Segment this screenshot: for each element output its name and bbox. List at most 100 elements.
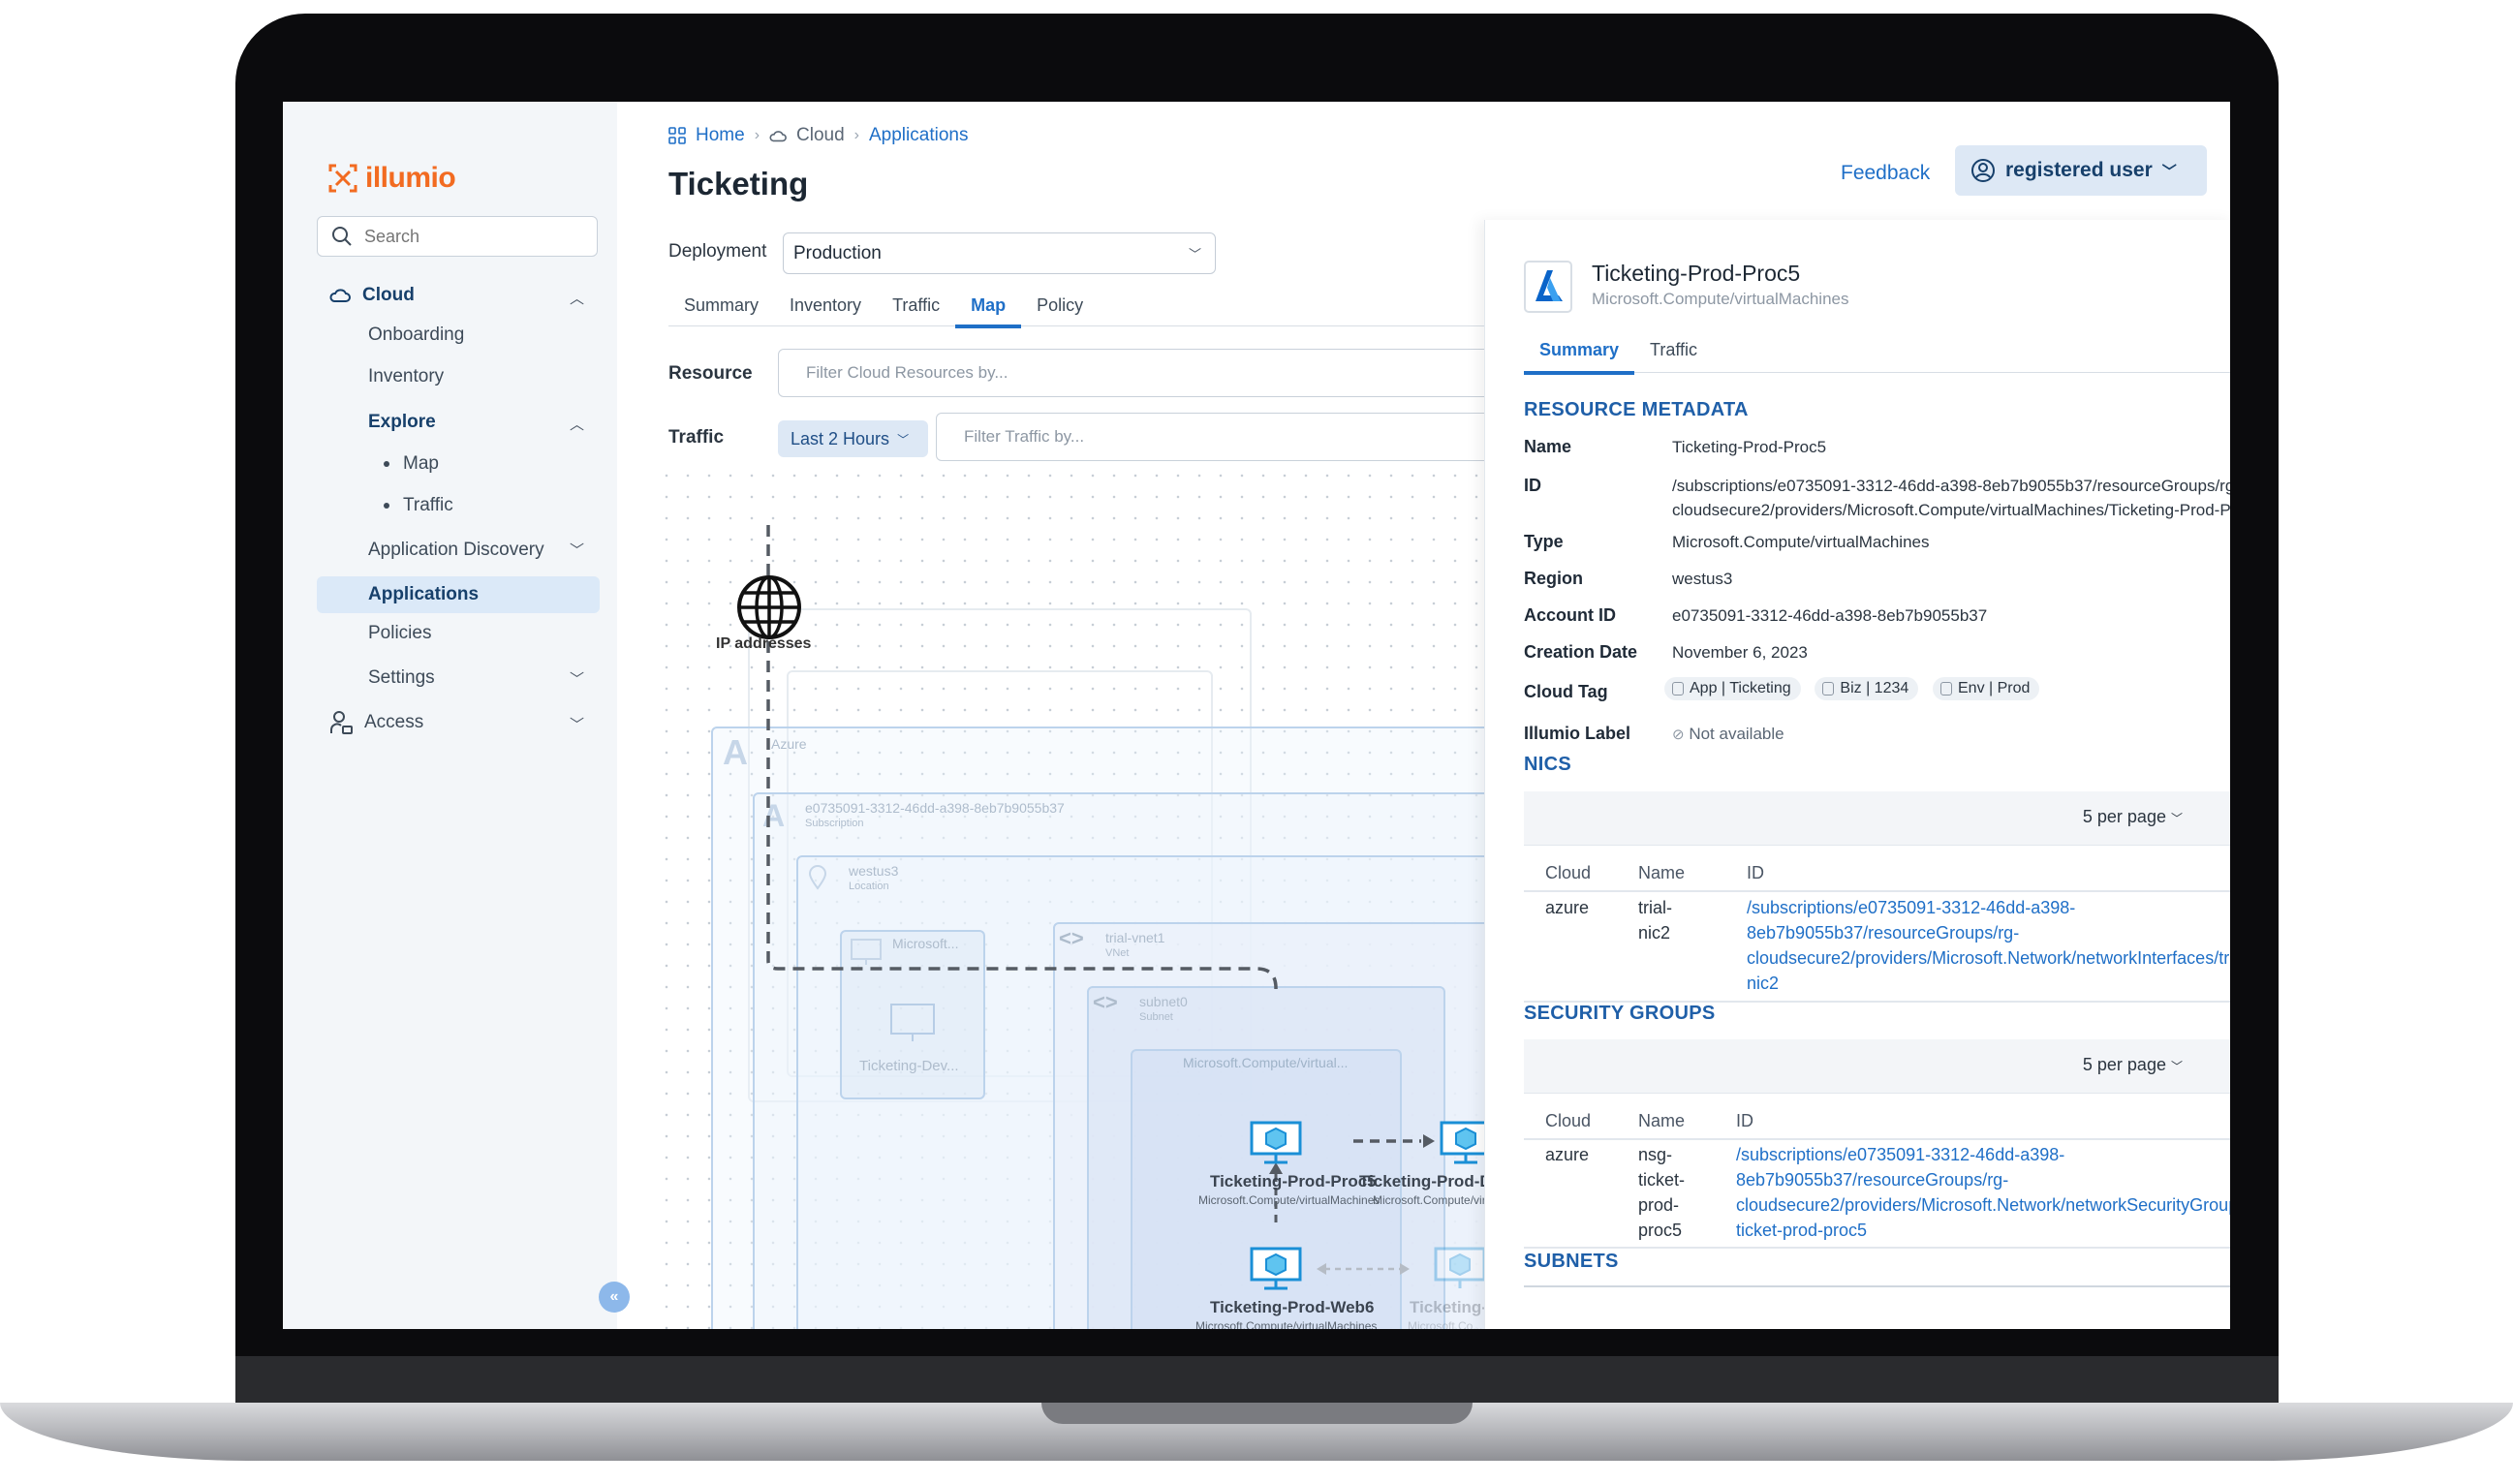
vm-icon[interactable] (1249, 1120, 1303, 1166)
sg-name-line: prod- (1638, 1195, 1680, 1215)
sidebar-item-onboarding[interactable]: Onboarding (368, 325, 464, 346)
globe-icon[interactable] (735, 573, 803, 641)
vm-icon[interactable] (1433, 1246, 1487, 1292)
nic-id-link[interactable]: nic2 (1747, 971, 1779, 996)
search-box[interactable] (317, 216, 598, 257)
app-screen: illumio Cloud ︿ Onboarding Inventory Exp… (283, 102, 2230, 1329)
panel-tab-traffic[interactable]: Traffic (1634, 336, 1713, 373)
column-header[interactable]: Name (1638, 1111, 1685, 1131)
sidebar-item-map[interactable]: Map (384, 453, 439, 475)
chevron-right-icon: › (754, 127, 760, 143)
column-header[interactable]: Cloud (1545, 1111, 1591, 1131)
time-range-select[interactable]: Last 2 Hours ﹀ (778, 420, 928, 457)
breadcrumb-applications[interactable]: Applications (869, 125, 968, 146)
meta-value: /subscriptions/e0735091-3312-46dd-a398-8… (1672, 477, 2230, 495)
check-circle-icon: ⊘ (1672, 727, 1685, 743)
sidebar-item-cloud[interactable]: Cloud (329, 281, 415, 310)
breadcrumb-cloud[interactable]: Cloud (796, 125, 845, 146)
tab-summary[interactable]: Summary (668, 292, 774, 326)
node-type-faded: Microsoft.Co... (1408, 1319, 1483, 1329)
tab-inventory[interactable]: Inventory (774, 292, 877, 326)
nic-id-link[interactable]: cloudsecure2/providers/Microsoft.Network… (1747, 945, 2230, 971)
sidebar-item-application-discovery[interactable]: Application Discovery (368, 540, 544, 561)
traffic-filter-input[interactable]: Filter Traffic by... (936, 413, 1495, 461)
meta-value: Not available (1689, 725, 1784, 743)
sidebar: illumio Cloud ︿ Onboarding Inventory Exp… (283, 102, 617, 1329)
tab-traffic[interactable]: Traffic (877, 292, 955, 326)
nic-id-link[interactable]: 8eb7b9055b37/resourceGroups/rg- (1747, 920, 2019, 945)
subnets-heading: SUBNETS (1524, 1251, 1619, 1272)
cloud-tag: Biz | 1234 (1815, 677, 1919, 700)
nic-id-link[interactable]: /subscriptions/e0735091-3312-46dd-a398- (1747, 895, 2075, 920)
user-circle-icon (1971, 159, 1995, 182)
sidebar-item-label: Access (364, 712, 424, 732)
sidebar-item-explore[interactable]: Explore (368, 412, 436, 433)
tab-map[interactable]: Map (955, 292, 1022, 328)
chevron-down-icon[interactable]: ﹀ (570, 668, 584, 689)
illumio-logo-icon (328, 164, 357, 193)
nic-name-line: trial- (1638, 898, 1672, 917)
divider (1524, 1247, 2230, 1249)
chevron-up-icon[interactable]: ︿ (570, 288, 584, 308)
breadcrumb-home[interactable]: Home (696, 125, 745, 146)
node-type-web6: Microsoft.Compute/virtualMachines (1195, 1319, 1378, 1329)
cloud-tag: App | Ticketing (1664, 677, 1801, 700)
sidebar-item-access[interactable]: Access (329, 710, 423, 735)
chevron-down-icon[interactable]: ﹀ (570, 714, 584, 734)
meta-key: Account ID (1524, 605, 1617, 625)
sg-name-line: proc5 (1638, 1221, 1683, 1240)
metadata-heading: RESOURCE METADATA (1524, 399, 1749, 420)
column-header[interactable]: Name (1638, 863, 1685, 883)
meta-value: westus3 (1672, 570, 1733, 588)
user-menu-button[interactable]: registered user ﹀ (1955, 145, 2207, 196)
ip-addresses-label: IP addresses (716, 635, 812, 652)
search-input[interactable] (362, 225, 575, 248)
cloud-icon (769, 130, 787, 141)
node-label-web6: Ticketing-Prod-Web6 (1210, 1298, 1375, 1316)
deployment-value: Production (793, 242, 882, 263)
sidebar-item-label: Application Discovery (368, 540, 544, 560)
resource-details-panel: Ticketing-Prod-Proc5 Microsoft.Compute/v… (1484, 220, 2230, 1329)
sg-id-link[interactable]: /subscriptions/e0735091-3312-46dd-a398- (1736, 1142, 2064, 1167)
brand-logo[interactable]: illumio (326, 162, 456, 195)
meta-key: ID (1524, 476, 1541, 495)
sg-id-link[interactable]: cloudsecure2/providers/Microsoft.Network… (1736, 1192, 2230, 1218)
column-header[interactable]: ID (1736, 1111, 1753, 1131)
per-page-select[interactable]: 5 per page ﹀ (2083, 807, 2183, 827)
chevron-up-icon[interactable]: ︿ (570, 414, 584, 434)
sidebar-item-label: Settings (368, 667, 435, 688)
divider (1524, 1138, 2230, 1140)
column-header[interactable]: ID (1747, 863, 1764, 883)
cloud-icon (329, 289, 351, 302)
panel-tab-summary[interactable]: Summary (1524, 336, 1635, 375)
chevron-down-icon: ﹀ (2170, 1060, 2183, 1073)
collapse-sidebar-icon[interactable]: « (599, 1282, 630, 1313)
sidebar-item-policies[interactable]: Policies (368, 623, 431, 644)
node-label-proc5: Ticketing-Prod-Proc5 (1210, 1172, 1377, 1190)
meta-value: cloudsecure2/providers/Microsoft.Compute… (1672, 501, 2230, 519)
deployment-select[interactable]: Production ﹀ (783, 232, 1216, 274)
sidebar-item-label: Onboarding (368, 325, 465, 345)
feedback-link[interactable]: Feedback (1841, 162, 1930, 185)
resource-filter-input[interactable]: Filter Cloud Resources by... (778, 349, 1495, 397)
panel-tabs: Summary Traffic (1524, 336, 2230, 375)
search-icon (332, 227, 352, 246)
vm-icon[interactable] (1249, 1246, 1303, 1292)
column-header[interactable]: Cloud (1545, 863, 1591, 883)
resource-filter-label: Resource (668, 363, 753, 384)
sg-id-link[interactable]: 8eb7b9055b37/resourceGroups/rg- (1736, 1167, 2008, 1192)
sidebar-item-inventory[interactable]: Inventory (368, 366, 444, 387)
panel-subtitle: Microsoft.Compute/virtualMachines (1592, 290, 1849, 308)
tag-label: App | Ticketing (1690, 680, 1791, 696)
sg-id-link[interactable]: ticket-prod-proc5 (1736, 1218, 1867, 1243)
sidebar-item-settings[interactable]: Settings (368, 667, 435, 689)
meta-key: Creation Date (1524, 642, 1638, 662)
meta-key: Type (1524, 532, 1564, 551)
sidebar-item-traffic[interactable]: Traffic (384, 495, 453, 516)
tag-label: Biz | 1234 (1840, 680, 1909, 696)
tab-policy[interactable]: Policy (1021, 292, 1099, 326)
chevron-down-icon[interactable]: ﹀ (570, 540, 584, 560)
sidebar-item-applications[interactable]: Applications (317, 576, 600, 613)
per-page-select[interactable]: 5 per page ﹀ (2083, 1055, 2183, 1075)
divider (1524, 1285, 2230, 1287)
